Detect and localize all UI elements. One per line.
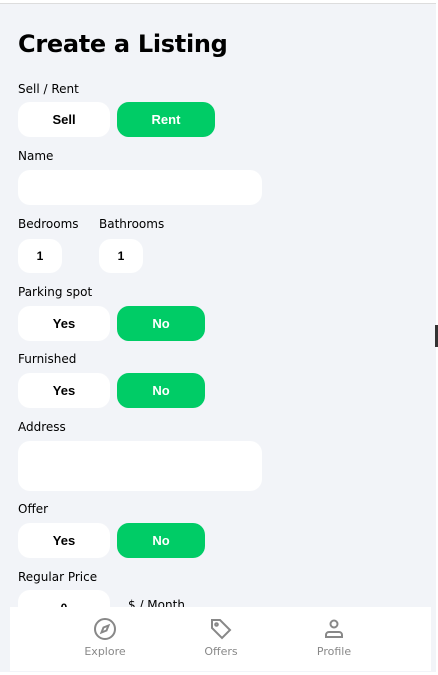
offer-yes-button[interactable]: Yes (18, 523, 110, 558)
nav-profile-label: Profile (316, 645, 352, 658)
furnished-yes-button[interactable]: Yes (18, 373, 110, 408)
bedrooms-input[interactable]: 1 (18, 239, 62, 273)
offer-no-button[interactable]: No (117, 523, 205, 558)
address-textarea[interactable] (18, 441, 262, 491)
sell-button[interactable]: Sell (18, 102, 110, 137)
furnished-no-button[interactable]: No (117, 373, 205, 408)
parking-yes-button[interactable]: Yes (18, 306, 110, 341)
address-label: Address (18, 420, 66, 434)
parking-no-button[interactable]: No (117, 306, 205, 341)
bathrooms-label: Bathrooms (99, 217, 165, 231)
tag-icon (211, 619, 232, 640)
furnished-label: Furnished (18, 352, 77, 366)
parking-label: Parking spot (18, 285, 93, 299)
offer-label: Offer (18, 502, 49, 516)
bottom-nav: Explore Offers Profile (10, 607, 431, 671)
name-input[interactable] (18, 170, 262, 205)
sell-rent-label: Sell / Rent (18, 82, 79, 96)
nav-offers-label: Offers (204, 645, 238, 658)
create-listing-page: Create a Listing Sell / Rent Sell Rent N… (0, 3, 436, 672)
nav-explore-label: Explore (84, 645, 126, 658)
regular-price-label: Regular Price (18, 570, 98, 584)
bedrooms-label: Bedrooms (18, 217, 79, 231)
rent-button[interactable]: Rent (117, 102, 215, 137)
page-title: Create a Listing (18, 30, 228, 58)
bathrooms-input[interactable]: 1 (99, 239, 143, 273)
name-label: Name (18, 149, 54, 163)
compass-icon (94, 618, 116, 640)
person-icon (325, 619, 343, 638)
nav-offers[interactable]: Offers (181, 617, 261, 658)
nav-explore[interactable]: Explore (65, 617, 145, 658)
nav-profile[interactable]: Profile (294, 617, 374, 658)
